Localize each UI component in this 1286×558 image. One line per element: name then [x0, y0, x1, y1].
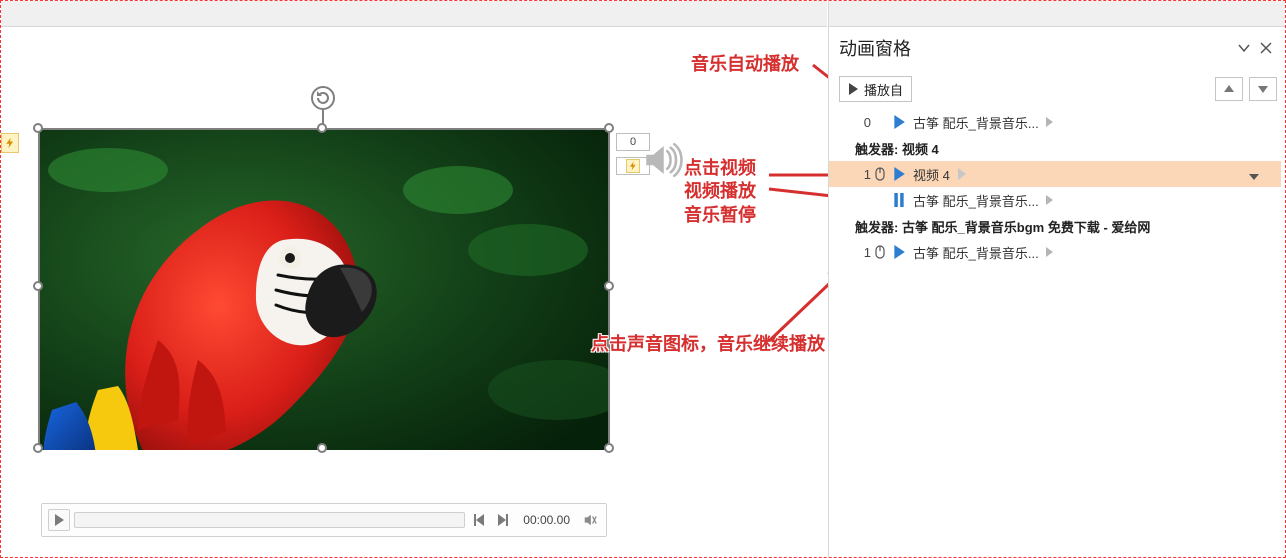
animation-tag-1[interactable] [1, 133, 19, 153]
pane-close-button[interactable] [1255, 37, 1277, 59]
close-icon [1260, 42, 1272, 54]
animation-item-2[interactable]: 古筝 配乐_背景音乐... [829, 187, 1281, 213]
rotate-icon [315, 90, 331, 106]
resize-handle-w[interactable] [33, 281, 43, 291]
video-object[interactable] [38, 128, 610, 448]
lightning-icon [628, 161, 638, 171]
lightning-icon [4, 137, 16, 149]
mouse-trigger-indicator [871, 167, 889, 181]
effect-kind [889, 115, 909, 129]
annotation-click-sound: 点击声音图标，音乐继续播放 [591, 333, 825, 356]
step-forward-icon [497, 514, 509, 526]
timing-bar [956, 164, 1096, 184]
annotation-click-video-l1: 点击视频 [684, 158, 756, 178]
mouse-trigger-indicator [871, 245, 889, 259]
speaker-icon [641, 139, 683, 181]
annotation-click-video-l3: 音乐暂停 [684, 205, 756, 225]
resize-handle-e[interactable] [604, 281, 614, 291]
lightning-badge [626, 159, 640, 173]
play-icon [54, 514, 64, 526]
animation-pane: 动画窗格 播放自 0 [828, 1, 1286, 558]
animation-list: 0 古筝 配乐_背景音乐... 触发器: 视频 4 1 视频 4 [829, 109, 1286, 265]
pause-icon [893, 193, 905, 207]
slide-canvas: 00:00.00 0 [1, 1, 827, 558]
mouse-icon [874, 245, 886, 259]
animation-item-0[interactable]: 0 古筝 配乐_背景音乐... [829, 109, 1281, 135]
animation-item-3[interactable]: 1 古筝 配乐_背景音乐... [829, 239, 1281, 265]
animation-item-1[interactable]: 1 视频 4 [829, 161, 1281, 187]
item-label: 古筝 配乐_背景音乐... [909, 243, 1039, 262]
mute-button[interactable] [580, 509, 600, 531]
expand-icon[interactable] [1043, 246, 1055, 258]
step-back-button[interactable] [469, 509, 489, 531]
mouse-icon [874, 167, 886, 181]
resize-handle-s[interactable] [317, 443, 327, 453]
resize-handle-sw[interactable] [33, 443, 43, 453]
step-back-icon [473, 514, 485, 526]
item-number: 1 [855, 167, 871, 182]
trigger-label: 触发器: 视频 4 [855, 139, 939, 158]
object-index-0-text: 0 [630, 136, 636, 148]
play-icon [893, 115, 905, 129]
pane-title: 动画窗格 [839, 35, 1233, 61]
play-icon [893, 245, 905, 259]
arrow-down-icon [1258, 85, 1268, 93]
item-number: 0 [855, 115, 871, 130]
item-number: 1 [855, 245, 871, 260]
effect-kind [889, 193, 909, 207]
seek-track[interactable] [74, 512, 465, 528]
play-icon [848, 83, 858, 95]
move-up-button[interactable] [1215, 77, 1243, 101]
pane-collapse-button[interactable] [1233, 37, 1255, 59]
item-label: 视频 4 [909, 165, 950, 184]
resize-handle-se[interactable] [604, 443, 614, 453]
move-down-button[interactable] [1249, 77, 1277, 101]
effect-kind [889, 245, 909, 259]
trigger-header-1: 触发器: 视频 4 [829, 135, 1281, 161]
item-label: 古筝 配乐_背景音乐... [909, 113, 1039, 132]
resize-handle-nw[interactable] [33, 123, 43, 133]
play-from-button[interactable]: 播放自 [839, 76, 912, 102]
item-label: 古筝 配乐_背景音乐... [909, 191, 1039, 210]
audio-object[interactable] [641, 139, 683, 181]
annotation-auto-play: 音乐自动播放 [691, 53, 799, 76]
media-control-bar: 00:00.00 [41, 503, 607, 537]
expand-icon[interactable] [1043, 194, 1055, 206]
annotation-click-video: 点击视频 视频播放 音乐暂停 [684, 157, 756, 227]
pane-toolbar: 播放自 [829, 69, 1286, 109]
media-time: 00:00.00 [517, 513, 576, 527]
resize-handle-n[interactable] [317, 123, 327, 133]
expand-icon[interactable] [1043, 116, 1055, 128]
step-forward-button[interactable] [493, 509, 513, 531]
trigger-header-2: 触发器: 古筝 配乐_背景音乐bgm 免费下载 - 爱给网 [829, 213, 1281, 239]
effect-kind [889, 167, 909, 181]
pane-header: 动画窗格 [829, 27, 1286, 69]
trigger-label: 触发器: 古筝 配乐_背景音乐bgm 免费下载 - 爱给网 [855, 217, 1150, 236]
arrow-up-icon [1224, 85, 1234, 93]
resize-handle-ne[interactable] [604, 123, 614, 133]
play-from-label: 播放自 [864, 80, 903, 99]
rotate-handle[interactable] [311, 86, 335, 110]
parrot-image [40, 130, 608, 450]
chevron-down-icon [1237, 41, 1251, 55]
animation-tag-column [1, 133, 19, 159]
pane-topbar [829, 1, 1286, 27]
item-dropdown[interactable] [1249, 169, 1259, 183]
caret-down-icon [1249, 174, 1259, 180]
play-button[interactable] [48, 509, 70, 531]
annotation-click-video-l2: 视频播放 [684, 181, 756, 201]
play-icon [893, 167, 905, 181]
slide-topbar [1, 1, 827, 27]
speaker-mute-icon [583, 513, 597, 527]
video-thumbnail [40, 130, 608, 450]
